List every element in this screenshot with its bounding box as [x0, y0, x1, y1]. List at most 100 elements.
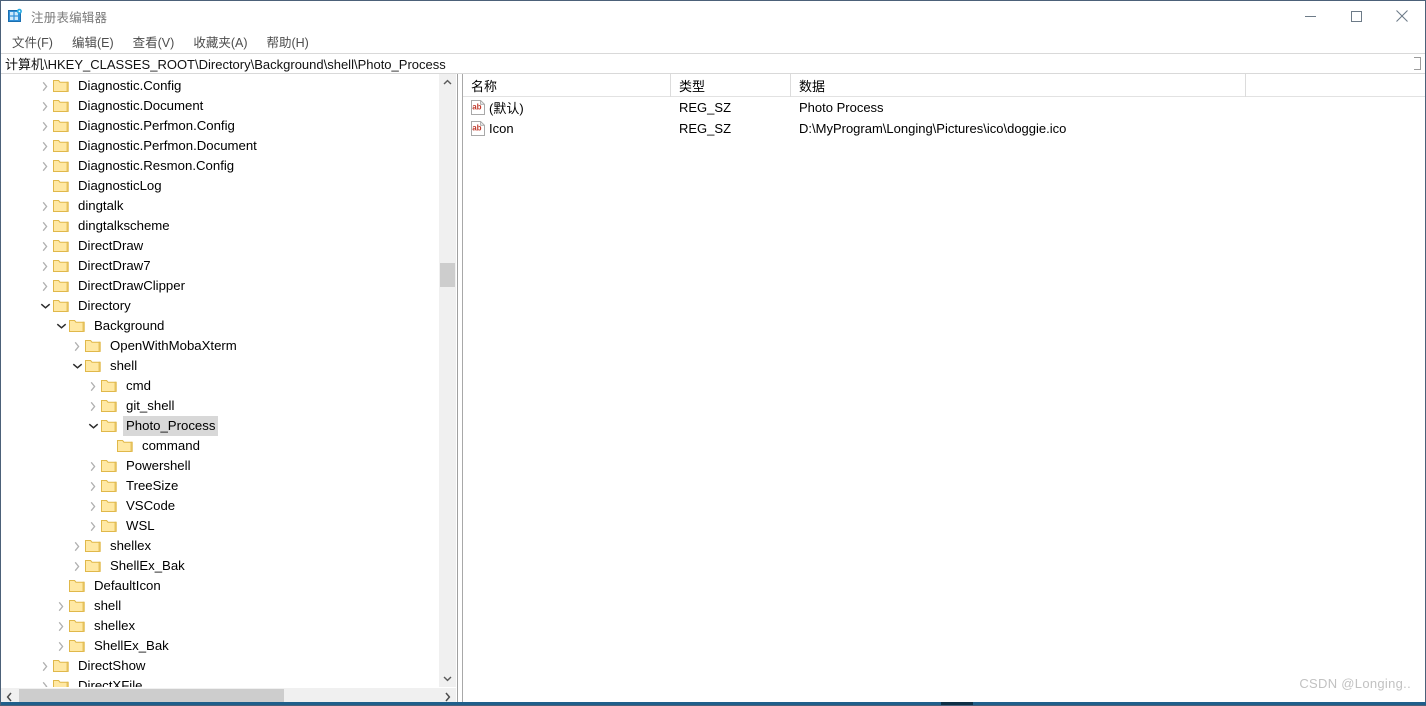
chevron-right-icon[interactable]	[37, 196, 53, 216]
column-header-data[interactable]: 数据	[791, 74, 1246, 97]
tree-item-directdrawclipper[interactable]: DirectDrawClipper	[1, 276, 438, 296]
registry-tree[interactable]: Diagnostic.Config Diagnostic.Document Diag…	[1, 74, 438, 687]
column-header-label: 名称	[471, 79, 498, 94]
chevron-right-icon[interactable]	[53, 616, 69, 636]
tree-item-directdraw[interactable]: DirectDraw	[1, 236, 438, 256]
tree-item-shell[interactable]: shell	[1, 596, 438, 616]
value-name: (默认)	[489, 101, 524, 116]
tree-vscroll-thumb[interactable]	[440, 263, 455, 287]
tree-item-label: OpenWithMobaXterm	[110, 338, 237, 353]
chevron-down-icon[interactable]	[439, 670, 456, 687]
menu-item-favorites[interactable]: 收藏夹(A)	[190, 31, 256, 53]
chevron-right-icon[interactable]	[37, 276, 53, 296]
close-icon[interactable]	[1379, 1, 1425, 31]
address-bar[interactable]: 计算机\HKEY_CLASSES_ROOT\Directory\Backgrou…	[1, 53, 1425, 74]
chevron-right-icon[interactable]	[69, 536, 85, 556]
main-area: Diagnostic.Config Diagnostic.Document Diag…	[1, 74, 1425, 705]
tree-item-shellex-bak[interactable]: ShellEx_Bak	[1, 556, 438, 576]
menu-item-edit[interactable]: 编辑(E)	[69, 31, 123, 53]
chevron-right-icon[interactable]	[69, 556, 85, 576]
tree-item-diagnostic-document[interactable]: Diagnostic.Document	[1, 96, 438, 116]
chevron-up-icon[interactable]	[439, 74, 456, 91]
chevron-right-icon[interactable]	[37, 96, 53, 116]
registry-tree-pane: Diagnostic.Config Diagnostic.Document Diag…	[1, 74, 457, 705]
chevron-right-icon[interactable]	[85, 396, 101, 416]
tree-item-directdraw7[interactable]: DirectDraw7	[1, 256, 438, 276]
value-row[interactable]: ab Icon REG_SZ D:\MyProgram\Longing\Picture…	[463, 118, 1425, 139]
maximize-icon[interactable]	[1333, 1, 1379, 31]
minimize-icon[interactable]	[1287, 1, 1333, 31]
tree-item-diagnostic-perfmon-config[interactable]: Diagnostic.Perfmon.Config	[1, 116, 438, 136]
tree-item-background[interactable]: Background	[1, 316, 438, 336]
chevron-right-icon[interactable]	[85, 496, 101, 516]
tree-item-label: cmd	[126, 378, 151, 393]
tree-item-label: DirectShow	[78, 658, 146, 673]
menu-item-file[interactable]: 文件(F)	[9, 31, 62, 53]
tree-item-openwithmobaxterm[interactable]: OpenWithMobaXterm	[1, 336, 438, 356]
chevron-right-icon[interactable]	[85, 456, 101, 476]
column-header-name[interactable]: 名称	[463, 74, 671, 97]
chevron-right-icon[interactable]	[37, 656, 53, 676]
chevron-right-icon[interactable]	[85, 376, 101, 396]
chevron-down-icon[interactable]	[37, 296, 53, 316]
folder-icon	[53, 659, 69, 673]
tree-item-photo-process[interactable]: Photo_Process	[1, 416, 438, 436]
tree-item-wsl[interactable]: WSL	[1, 516, 438, 536]
tree-item-diagnostic-config[interactable]: Diagnostic.Config	[1, 76, 438, 96]
tree-item-cmd[interactable]: cmd	[1, 376, 438, 396]
menu-item-help[interactable]: 帮助(H)	[263, 31, 317, 53]
chevron-right-icon[interactable]	[37, 676, 53, 687]
tree-item-label: Diagnostic.Config	[78, 78, 182, 93]
tree-item-label: shell	[110, 358, 138, 373]
tree-item-dingtalkscheme[interactable]: dingtalkscheme	[1, 216, 438, 236]
tree-item-diagnosticlog[interactable]: DiagnosticLog	[1, 176, 438, 196]
tree-item-shell[interactable]: shell	[1, 356, 438, 376]
chevron-down-icon[interactable]	[85, 416, 101, 436]
svg-text:ab: ab	[472, 103, 481, 112]
tree-item-label: DirectDraw	[78, 238, 144, 253]
folder-icon	[101, 479, 117, 493]
chevron-down-icon[interactable]	[53, 316, 69, 336]
menu-item-view[interactable]: 查看(V)	[130, 31, 184, 53]
column-header-type[interactable]: 类型	[671, 74, 791, 97]
value-list-rows[interactable]: ab (默认) REG_SZ Photo Process ab Icon REG_SZ D:\…	[463, 97, 1425, 705]
chevron-right-icon[interactable]	[37, 236, 53, 256]
value-name-cell: ab (默认)	[463, 98, 671, 117]
chevron-right-icon[interactable]	[53, 636, 69, 656]
chevron-right-icon[interactable]	[37, 136, 53, 156]
tree-item-shellex-bak[interactable]: ShellEx_Bak	[1, 636, 438, 656]
tree-item-vscode[interactable]: VSCode	[1, 496, 438, 516]
tree-item-diagnostic-resmon-config[interactable]: Diagnostic.Resmon.Config	[1, 156, 438, 176]
tree-item-directory[interactable]: Directory	[1, 296, 438, 316]
chevron-right-icon[interactable]	[53, 596, 69, 616]
value-row[interactable]: ab (默认) REG_SZ Photo Process	[463, 97, 1425, 118]
tree-vertical-scrollbar[interactable]	[438, 74, 456, 687]
tree-item-dingtalk[interactable]: dingtalk	[1, 196, 438, 216]
chevron-right-icon[interactable]	[85, 516, 101, 536]
folder-icon	[53, 99, 69, 113]
tree-item-defaulticon[interactable]: DefaultIcon	[1, 576, 438, 596]
chevron-right-icon[interactable]	[69, 336, 85, 356]
tree-item-shellex[interactable]: shellex	[1, 536, 438, 556]
chevron-right-icon[interactable]	[37, 216, 53, 236]
tree-item-treesize[interactable]: TreeSize	[1, 476, 438, 496]
folder-icon	[101, 379, 117, 393]
chevron-right-icon[interactable]	[85, 476, 101, 496]
chevron-right-icon[interactable]	[37, 156, 53, 176]
tree-item-directshow[interactable]: DirectShow	[1, 656, 438, 676]
tree-item-label: Diagnostic.Perfmon.Config	[78, 118, 235, 133]
value-type: REG_SZ	[679, 121, 732, 136]
tree-item-command[interactable]: command	[1, 436, 438, 456]
tree-item-directxfile[interactable]: DirectXFile	[1, 676, 438, 687]
folder-icon	[53, 279, 69, 293]
chevron-right-icon[interactable]	[37, 116, 53, 136]
registry-editor-window: 注册表编辑器 文件(F) 编辑(E) 查看(V) 收藏夹(A) 帮助(H) 计算…	[0, 0, 1426, 706]
chevron-right-icon[interactable]	[37, 256, 53, 276]
tree-item-diagnostic-perfmon-document[interactable]: Diagnostic.Perfmon.Document	[1, 136, 438, 156]
tree-item-powershell[interactable]: Powershell	[1, 456, 438, 476]
chevron-down-icon[interactable]	[69, 356, 85, 376]
chevron-right-icon[interactable]	[37, 76, 53, 96]
tree-item-shellex[interactable]: shellex	[1, 616, 438, 636]
tree-item-git-shell[interactable]: git_shell	[1, 396, 438, 416]
tree-vscroll-track[interactable]	[439, 91, 456, 670]
